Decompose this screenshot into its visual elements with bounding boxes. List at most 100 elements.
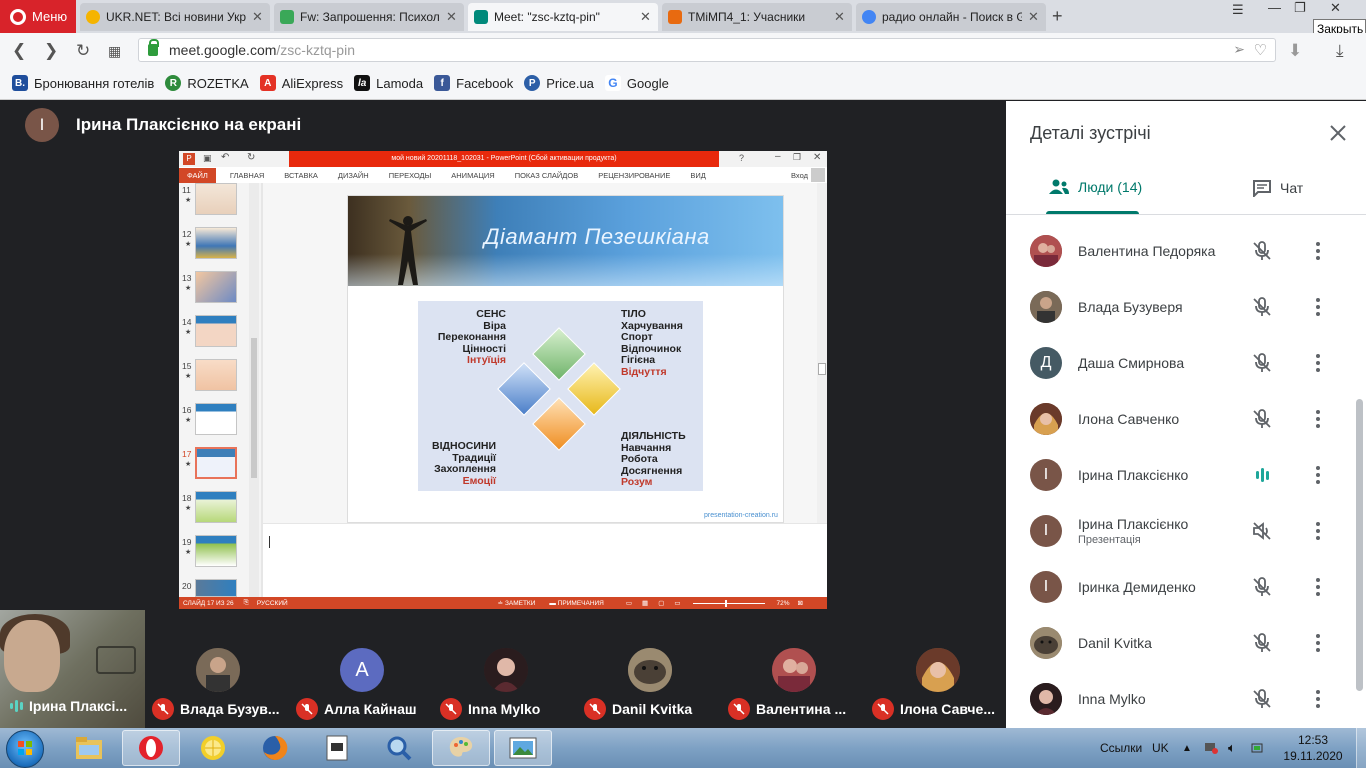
spellcheck-icon[interactable]: ⎘ <box>244 599 249 607</box>
slide-thumbnail[interactable]: 18 ★ <box>181 491 259 527</box>
close-tab-icon[interactable]: ✕ <box>252 9 264 25</box>
new-tab-plus-icon[interactable]: + <box>1052 6 1063 27</box>
normal-view-icon[interactable]: ▭ <box>626 599 632 607</box>
ppt-close-icon[interactable]: ✕ <box>813 152 821 163</box>
ppt-minimize-icon[interactable]: – <box>775 151 781 162</box>
ppt-menu-home[interactable]: ГЛАВНАЯ <box>230 171 264 180</box>
slide-thumbnail[interactable]: 11 ★ <box>181 183 259 219</box>
reading-view-icon[interactable]: ▢ <box>658 599 664 607</box>
restore-icon[interactable]: ❐ <box>1294 0 1306 20</box>
participant-row[interactable]: І Іринка Демиденко <box>1006 559 1366 615</box>
show-desktop-button[interactable] <box>1356 728 1366 768</box>
tab-meet[interactable]: Meet: "zsc-kztq-pin" ✕ <box>468 3 658 31</box>
participant-row-presentation[interactable]: І Ірина Плаксієнко Презентація <box>1006 503 1366 559</box>
language-indicator[interactable]: UK <box>1152 728 1169 768</box>
zoom-slider[interactable] <box>692 599 765 607</box>
ppt-menu-review[interactable]: РЕЦЕНЗИРОВАНИЕ <box>598 171 670 180</box>
tab-people[interactable]: Люди (14) <box>1048 179 1142 195</box>
download-arrow-icon[interactable]: ⬇ <box>1288 41 1302 61</box>
notes-pane[interactable] <box>263 524 827 597</box>
participant-row[interactable]: Ілона Савченко <box>1006 391 1366 447</box>
close-tab-icon[interactable]: ✕ <box>1028 9 1040 25</box>
participant-tile[interactable]: Валентина ... <box>724 610 868 728</box>
participant-row[interactable]: Влада Бузуверя <box>1006 279 1366 335</box>
participant-row[interactable]: І Ірина Плаксієнко <box>1006 447 1366 503</box>
save-icon[interactable]: ▣ <box>203 153 212 164</box>
participant-row[interactable]: Inna Mylko <box>1006 671 1366 727</box>
tab-ukrnet[interactable]: UKR.NET: Всі новини Укра ✕ <box>80 3 270 31</box>
url-field[interactable]: meet.google.com/zsc-kztq-pin ♡ ➢ <box>138 38 1276 62</box>
more-options-icon[interactable] <box>1306 687 1330 711</box>
tab-moodle[interactable]: ТМіМП4_1: Учасники ✕ <box>662 3 852 31</box>
close-tab-icon[interactable]: ✕ <box>834 9 846 25</box>
slide-thumbnail[interactable]: 13 ★ <box>181 271 259 307</box>
more-options-icon[interactable] <box>1306 351 1330 375</box>
taskbar-paint[interactable] <box>432 730 490 766</box>
network-warning-icon[interactable] <box>1204 728 1218 768</box>
mic-off-icon[interactable] <box>1250 407 1274 431</box>
ppt-menu-view[interactable]: ВИД <box>690 171 705 180</box>
system-clock[interactable]: 12:53 19.11.2020 <box>1278 732 1348 764</box>
slide-scrollbar[interactable] <box>817 183 827 523</box>
ppt-signin[interactable]: Вход <box>791 171 808 180</box>
participant-row[interactable]: Д Даша Смирнова <box>1006 335 1366 391</box>
more-options-icon[interactable] <box>1306 407 1330 431</box>
taskbar-firefox[interactable] <box>246 730 304 766</box>
slide-thumbnail-selected[interactable]: 17 ★ <box>181 447 259 483</box>
links-toolbar[interactable]: Ссылки <box>1100 728 1142 768</box>
opera-menu-button[interactable]: Меню <box>0 0 76 33</box>
slide-thumbnail[interactable]: 16 ★ <box>181 403 259 439</box>
notes-toggle[interactable]: ≐ ЗАМЕТКИ <box>498 599 536 607</box>
taskbar-search-tool[interactable] <box>370 730 428 766</box>
ppt-menu-transitions[interactable]: ПЕРЕХОДЫ <box>389 171 432 180</box>
slide-thumbnail[interactable]: 14 ★ <box>181 315 259 351</box>
bookmark-rozetka[interactable]: R ROZETKA <box>165 75 249 91</box>
bookmark-priceua[interactable]: P Price.ua <box>524 75 594 91</box>
panel-scrollbar[interactable] <box>1356 399 1363 691</box>
bookmark-aliexpress[interactable]: A AliExpress <box>259 75 343 91</box>
comments-toggle[interactable]: ▬ ПРИМЕЧАНИЯ <box>549 600 603 607</box>
back-arrow-icon[interactable]: ❮ <box>12 41 26 61</box>
taskbar-explorer[interactable] <box>60 730 118 766</box>
bookmark-google[interactable]: G Google <box>604 75 669 91</box>
mic-off-icon[interactable] <box>1250 687 1274 711</box>
participant-row[interactable]: Danil Kvitka <box>1006 615 1366 671</box>
sorter-view-icon[interactable]: ▦ <box>642 599 648 607</box>
forward-arrow-icon[interactable]: ❯ <box>44 41 58 61</box>
mic-off-icon[interactable] <box>1250 239 1274 263</box>
slide-thumbnail[interactable]: 19 ★ <box>181 535 259 571</box>
slide-thumbnail[interactable]: 15 ★ <box>181 359 259 395</box>
mic-off-icon[interactable] <box>1250 295 1274 319</box>
redo-icon[interactable]: ↻ <box>247 152 255 163</box>
slideshow-view-icon[interactable]: ▭ <box>674 599 680 607</box>
thumbnail-scrollbar[interactable] <box>249 183 259 597</box>
tab-google-search[interactable]: радио онлайн - Поиск в G ✕ <box>856 3 1046 31</box>
user-avatar-icon[interactable] <box>811 168 825 182</box>
mic-off-icon[interactable] <box>1250 575 1274 599</box>
more-options-icon[interactable] <box>1306 575 1330 599</box>
ppt-menu-design[interactable]: ДИЗАЙН <box>338 171 369 180</box>
close-tab-icon[interactable]: ✕ <box>446 9 458 25</box>
participant-tile[interactable]: Ілона Савче... <box>868 610 1012 728</box>
ppt-menu-animation[interactable]: АНИМАЦИЯ <box>451 171 494 180</box>
participant-tile[interactable]: Danil Kvitka <box>580 610 724 728</box>
slide-canvas[interactable]: Діамант Пезешкіана СЕНС Віра Переконання… <box>347 195 784 523</box>
bookmark-facebook[interactable]: f Facebook <box>434 75 513 91</box>
ppt-restore-icon[interactable]: ❐ <box>793 152 801 163</box>
more-options-icon[interactable] <box>1306 519 1330 543</box>
participant-tile[interactable]: Inna Mylko <box>436 610 580 728</box>
self-video-tile[interactable]: Ірина Плаксі... <box>0 610 145 728</box>
heart-icon[interactable]: ♡ <box>1254 41 1267 59</box>
taskbar-opera[interactable] <box>122 730 180 766</box>
speed-dial-grid-icon[interactable]: ▦ <box>108 43 121 60</box>
tab-chat[interactable]: Чат <box>1252 179 1303 197</box>
more-options-icon[interactable] <box>1306 463 1330 487</box>
zoom-level[interactable]: 72% <box>777 600 790 607</box>
language-label[interactable]: РУССКИЙ <box>257 600 288 607</box>
ppt-menu-slideshow[interactable]: ПОКАЗ СЛАЙДОВ <box>515 171 579 180</box>
slide-scroll-thumb[interactable] <box>818 363 826 375</box>
mic-off-icon[interactable] <box>1250 631 1274 655</box>
taskbar-photo-viewer[interactable] <box>494 730 552 766</box>
slide-thumbnail[interactable]: 20 <box>181 579 259 597</box>
participant-tile[interactable]: Влада Бузув... <box>148 610 292 728</box>
